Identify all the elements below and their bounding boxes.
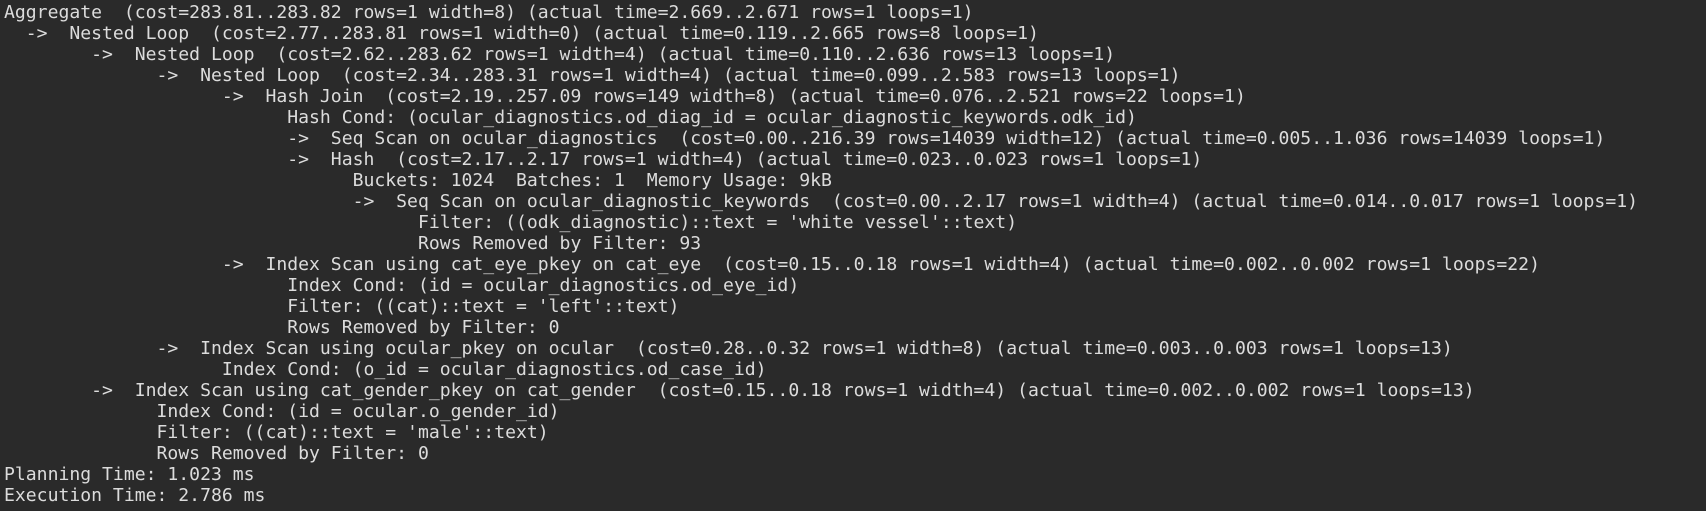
plan-index-scan-line: -> Index Scan using ocular_pkey on ocula… xyxy=(4,338,1453,359)
plan-buckets-line: Buckets: 1024 Batches: 1 Memory Usage: 9… xyxy=(4,170,832,191)
terminal-window[interactable]: Aggregate (cost=283.81..283.82 rows=1 wi… xyxy=(0,0,1706,511)
plan-index-scan-line: -> Index Scan using cat_gender_pkey on c… xyxy=(4,380,1475,401)
plan-hash-cond-line: Hash Cond: (ocular_diagnostics.od_diag_i… xyxy=(4,107,1137,128)
plan-filter-line: Filter: ((cat)::text = 'left'::text) xyxy=(4,296,680,317)
plan-seq-scan-line: -> Seq Scan on ocular_diagnostics (cost=… xyxy=(4,128,1606,149)
plan-hash-line: -> Hash (cost=2.17..2.17 rows=1 width=4)… xyxy=(4,149,1203,170)
plan-index-cond-line: Index Cond: (o_id = ocular_diagnostics.o… xyxy=(4,359,767,380)
planning-time-line: Planning Time: 1.023 ms xyxy=(4,464,255,485)
plan-seq-scan-line: -> Seq Scan on ocular_diagnostic_keyword… xyxy=(4,191,1639,212)
plan-aggregate-line: Aggregate (cost=283.81..283.82 rows=1 wi… xyxy=(4,2,974,23)
plan-rows-removed-line: Rows Removed by Filter: 0 xyxy=(4,317,560,338)
plan-nested-loop-line: -> Nested Loop (cost=2.77..283.81 rows=1… xyxy=(4,23,1039,44)
plan-rows-removed-line: Rows Removed by Filter: 0 xyxy=(4,443,429,464)
plan-rows-removed-line: Rows Removed by Filter: 93 xyxy=(4,233,702,254)
plan-index-cond-line: Index Cond: (id = ocular.o_gender_id) xyxy=(4,401,560,422)
plan-hash-join-line: -> Hash Join (cost=2.19..257.09 rows=149… xyxy=(4,86,1246,107)
plan-filter-line: Filter: ((cat)::text = 'male'::text) xyxy=(4,422,549,443)
plan-index-scan-line: -> Index Scan using cat_eye_pkey on cat_… xyxy=(4,254,1540,275)
plan-nested-loop-line: -> Nested Loop (cost=2.34..283.31 rows=1… xyxy=(4,65,1181,86)
execution-time-line: Execution Time: 2.786 ms xyxy=(4,485,266,506)
plan-index-cond-line: Index Cond: (id = ocular_diagnostics.od_… xyxy=(4,275,800,296)
plan-filter-line: Filter: ((odk_diagnostic)::text = 'white… xyxy=(4,212,1018,233)
plan-nested-loop-line: -> Nested Loop (cost=2.62..283.62 rows=1… xyxy=(4,44,1116,65)
